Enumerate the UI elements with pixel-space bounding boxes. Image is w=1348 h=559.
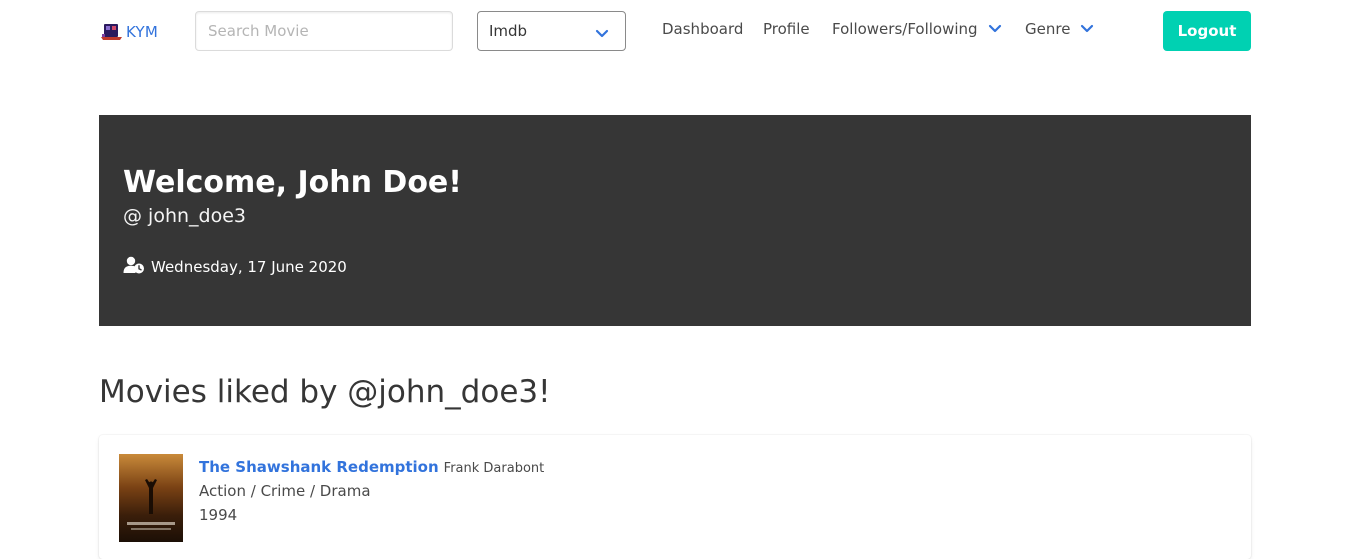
movie-heading: The Shawshank Redemption Frank Darabont bbox=[199, 458, 544, 476]
movie-poster[interactable] bbox=[119, 454, 183, 542]
nav-dashboard[interactable]: Dashboard bbox=[662, 20, 743, 38]
hero-date-text: Wednesday, 17 June 2020 bbox=[151, 258, 347, 276]
hero-title: Welcome, John Doe! bbox=[123, 165, 462, 200]
movie-genres: Action / Crime / Drama bbox=[199, 482, 371, 500]
film-logo-icon bbox=[100, 22, 124, 42]
movie-title-link[interactable]: The Shawshank Redemption bbox=[199, 458, 439, 476]
brand-text: KYM bbox=[126, 23, 159, 41]
movie-director: Frank Darabont bbox=[443, 461, 545, 476]
navbar: KYM Imdb Dashboard Profile Followers/Fol… bbox=[0, 0, 1348, 64]
nav-genre-label: Genre bbox=[1025, 20, 1071, 38]
liked-movies-heading: Movies liked by @john_doe3! bbox=[99, 374, 551, 410]
movie-year: 1994 bbox=[199, 506, 238, 524]
search-input[interactable] bbox=[195, 11, 453, 51]
nav-followers-label: Followers/Following bbox=[832, 20, 978, 38]
chevron-down-icon bbox=[988, 20, 1002, 38]
hero-date: Wednesday, 17 June 2020 bbox=[123, 256, 347, 278]
logout-button[interactable]: Logout bbox=[1163, 11, 1251, 51]
user-clock-icon bbox=[123, 256, 145, 278]
chevron-down-icon bbox=[1080, 20, 1094, 38]
source-select-value: Imdb bbox=[489, 22, 528, 40]
hero-username: @ john_doe3 bbox=[123, 205, 246, 227]
nav-profile[interactable]: Profile bbox=[763, 20, 810, 38]
nav-followers-dropdown[interactable]: Followers/Following bbox=[832, 20, 1002, 38]
nav-genre-dropdown[interactable]: Genre bbox=[1025, 20, 1094, 38]
movie-card: The Shawshank Redemption Frank Darabont … bbox=[99, 435, 1251, 559]
welcome-hero: Welcome, John Doe! @ john_doe3 Wednesday… bbox=[99, 115, 1251, 326]
source-select[interactable]: Imdb bbox=[477, 11, 626, 51]
brand-logo[interactable]: KYM bbox=[100, 20, 158, 44]
chevron-down-icon bbox=[595, 25, 609, 43]
